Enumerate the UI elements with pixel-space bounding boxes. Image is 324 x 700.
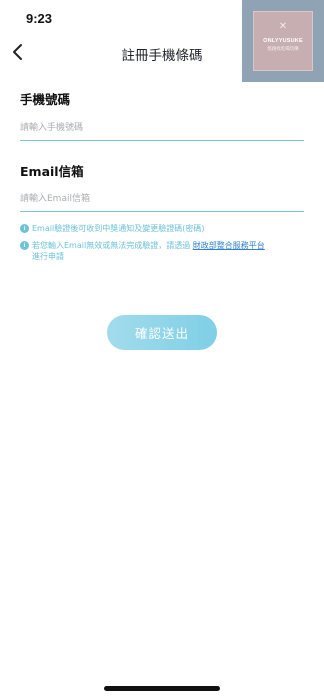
note-text: 若您輸入Email無效或無法完成驗證，請透過 財政部整合服務平台進行申請 <box>20 240 310 262</box>
note-text-before: 若您輸入Email無效或無法完成驗證，請透過 <box>32 241 193 250</box>
phone-input[interactable] <box>20 115 304 141</box>
email-verify-note: i Email驗證後可收到中獎通知及變更驗證碼(密碼) <box>20 223 310 234</box>
service-platform-link[interactable]: 財政部整合服務平台 <box>193 241 265 250</box>
home-indicator <box>104 686 220 691</box>
email-input[interactable] <box>20 186 304 212</box>
info-icon: i <box>20 241 29 250</box>
nav-bar: 註冊手機條碼 <box>0 36 324 70</box>
note-text-after: 進行申請 <box>32 252 64 261</box>
info-icon: i <box>20 224 29 233</box>
phone-label: 手機號碼 <box>20 92 71 107</box>
email-invalid-note: i 若您輸入Email無效或無法完成驗證，請透過 財政部整合服務平台進行申請 <box>20 240 310 262</box>
fork-knife-icon: ✕ <box>278 21 288 32</box>
page-title: 註冊手機條碼 <box>121 48 203 64</box>
email-label: Email信箱 <box>20 164 84 179</box>
status-time: 9:23 <box>26 11 53 26</box>
note-text: Email驗證後可收到中獎通知及變更驗證碼(密碼) <box>32 224 205 233</box>
submit-button[interactable]: 確認送出 <box>107 315 217 350</box>
